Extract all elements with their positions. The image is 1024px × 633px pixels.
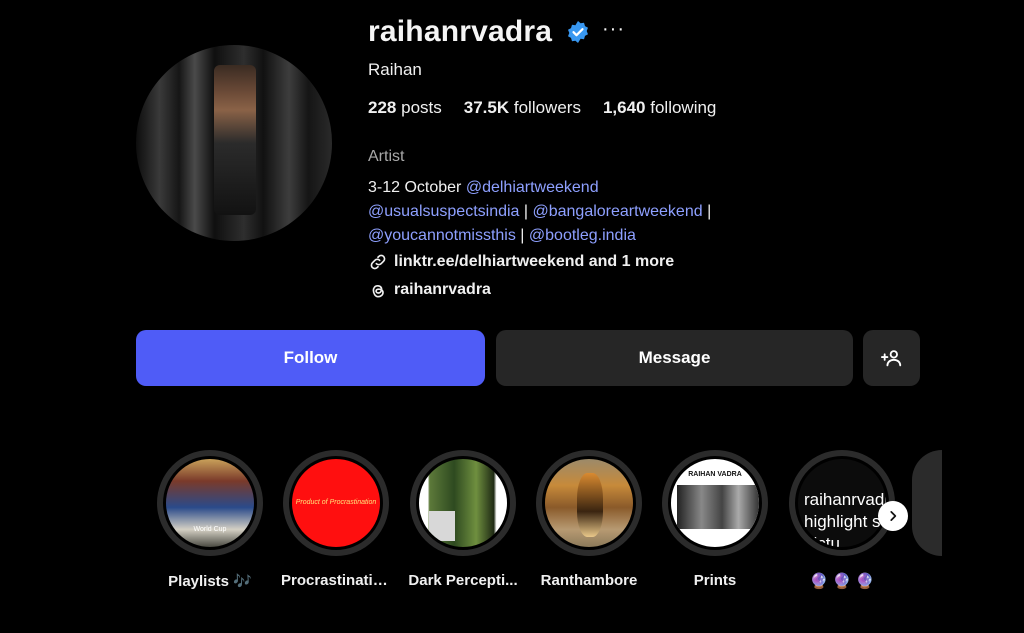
highlight-ring xyxy=(536,450,642,556)
profile-avatar[interactable] xyxy=(136,45,332,241)
mention-link[interactable]: @delhiartweekend xyxy=(466,179,599,196)
highlight-procrastination[interactable]: Product of Procrastination Procrastinati… xyxy=(281,450,391,589)
follow-button[interactable]: Follow xyxy=(136,330,485,386)
profile-external-link[interactable]: linktr.ee/delhiartweekend and 1 more xyxy=(368,252,674,272)
highlight-cover: World Cup xyxy=(163,456,257,550)
chevron-right-icon xyxy=(890,511,897,521)
mention-link[interactable]: @usualsuspectsindia xyxy=(368,203,519,220)
highlight-prints[interactable]: RAIHAN VADRA Prints xyxy=(660,450,770,589)
profile-bio: 3-12 October @delhiartweekend @usualsusp… xyxy=(368,176,711,248)
highlight-playlists[interactable]: World Cup Playlists 🎶 xyxy=(155,450,265,590)
highlight-label: Procrastination xyxy=(281,572,391,589)
highlights-next-button[interactable] xyxy=(878,501,908,531)
highlight-cover: raihanrvadra highlight story pictu xyxy=(795,456,889,550)
highlight-cover xyxy=(542,456,636,550)
profile-username: raihanrvadra xyxy=(368,15,553,48)
profile-category: Artist xyxy=(368,148,405,165)
highlight-cover: RAIHAN VADRA xyxy=(668,456,762,550)
highlight-label: Ranthambore xyxy=(540,572,638,589)
highlight-label: Dark Percepti... xyxy=(408,572,518,589)
verified-badge-icon xyxy=(568,21,588,43)
profile-full-name: Raihan xyxy=(368,60,422,79)
mention-link[interactable]: @bootleg.india xyxy=(529,227,636,244)
highlight-label: 🔮 🔮 🔮 xyxy=(809,573,875,590)
highlight-ring xyxy=(410,450,516,556)
highlight-label: Prints xyxy=(693,572,737,589)
print-image xyxy=(677,485,759,529)
following-stat[interactable]: 1,640 following xyxy=(603,98,716,118)
threads-icon xyxy=(372,284,384,298)
avatar-face xyxy=(214,65,256,215)
threads-handle[interactable]: raihanrvadra xyxy=(394,281,491,299)
more-options-icon[interactable]: ··· xyxy=(602,18,625,41)
posts-stat: 228 posts xyxy=(368,98,442,117)
highlight-cover-text: raihanrvadra highlight story pictu xyxy=(804,490,886,550)
add-user-icon xyxy=(880,350,901,367)
highlight-cover-text: RAIHAN VADRA xyxy=(688,471,742,478)
highlight-label: Playlists 🎶 xyxy=(168,573,252,590)
highlight-cover-card xyxy=(429,511,455,541)
highlight-cover: Product of Procrastination xyxy=(289,456,383,550)
followers-stat[interactable]: 37.5K followers xyxy=(464,98,581,118)
threads-link[interactable]: raihanrvadra xyxy=(368,280,491,300)
message-button[interactable]: Message xyxy=(496,330,853,386)
highlight-partial-next[interactable] xyxy=(912,450,942,556)
mention-link[interactable]: @bangaloreartweekend xyxy=(532,203,702,220)
highlight-ring: World Cup xyxy=(157,450,263,556)
highlight-ring: RAIHAN VADRA xyxy=(662,450,768,556)
bio-separator: | xyxy=(515,227,529,244)
tiger-shape xyxy=(577,473,603,537)
bio-separator: | xyxy=(702,203,712,220)
highlight-cover-text: Product of Procrastination xyxy=(295,499,377,506)
bio-separator: | xyxy=(519,203,533,220)
suggested-users-button[interactable] xyxy=(863,330,920,386)
link-icon xyxy=(370,254,386,270)
mention-link[interactable]: @youcannotmissthis xyxy=(368,227,516,244)
highlight-ring: raihanrvadra highlight story pictu xyxy=(789,450,895,556)
highlight-dark-perception[interactable]: Dark Percepti... xyxy=(408,450,518,589)
highlight-cover-text: World Cup xyxy=(193,526,227,533)
highlight-cover xyxy=(416,456,510,550)
highlight-ring: Product of Procrastination xyxy=(283,450,389,556)
external-link-text[interactable]: linktr.ee/delhiartweekend and 1 more xyxy=(394,253,674,271)
highlight-ranthambore[interactable]: Ranthambore xyxy=(534,450,644,589)
bio-text: 3-12 October xyxy=(368,179,466,196)
profile-stats: 228 posts 37.5K followers 1,640 followin… xyxy=(368,98,716,118)
